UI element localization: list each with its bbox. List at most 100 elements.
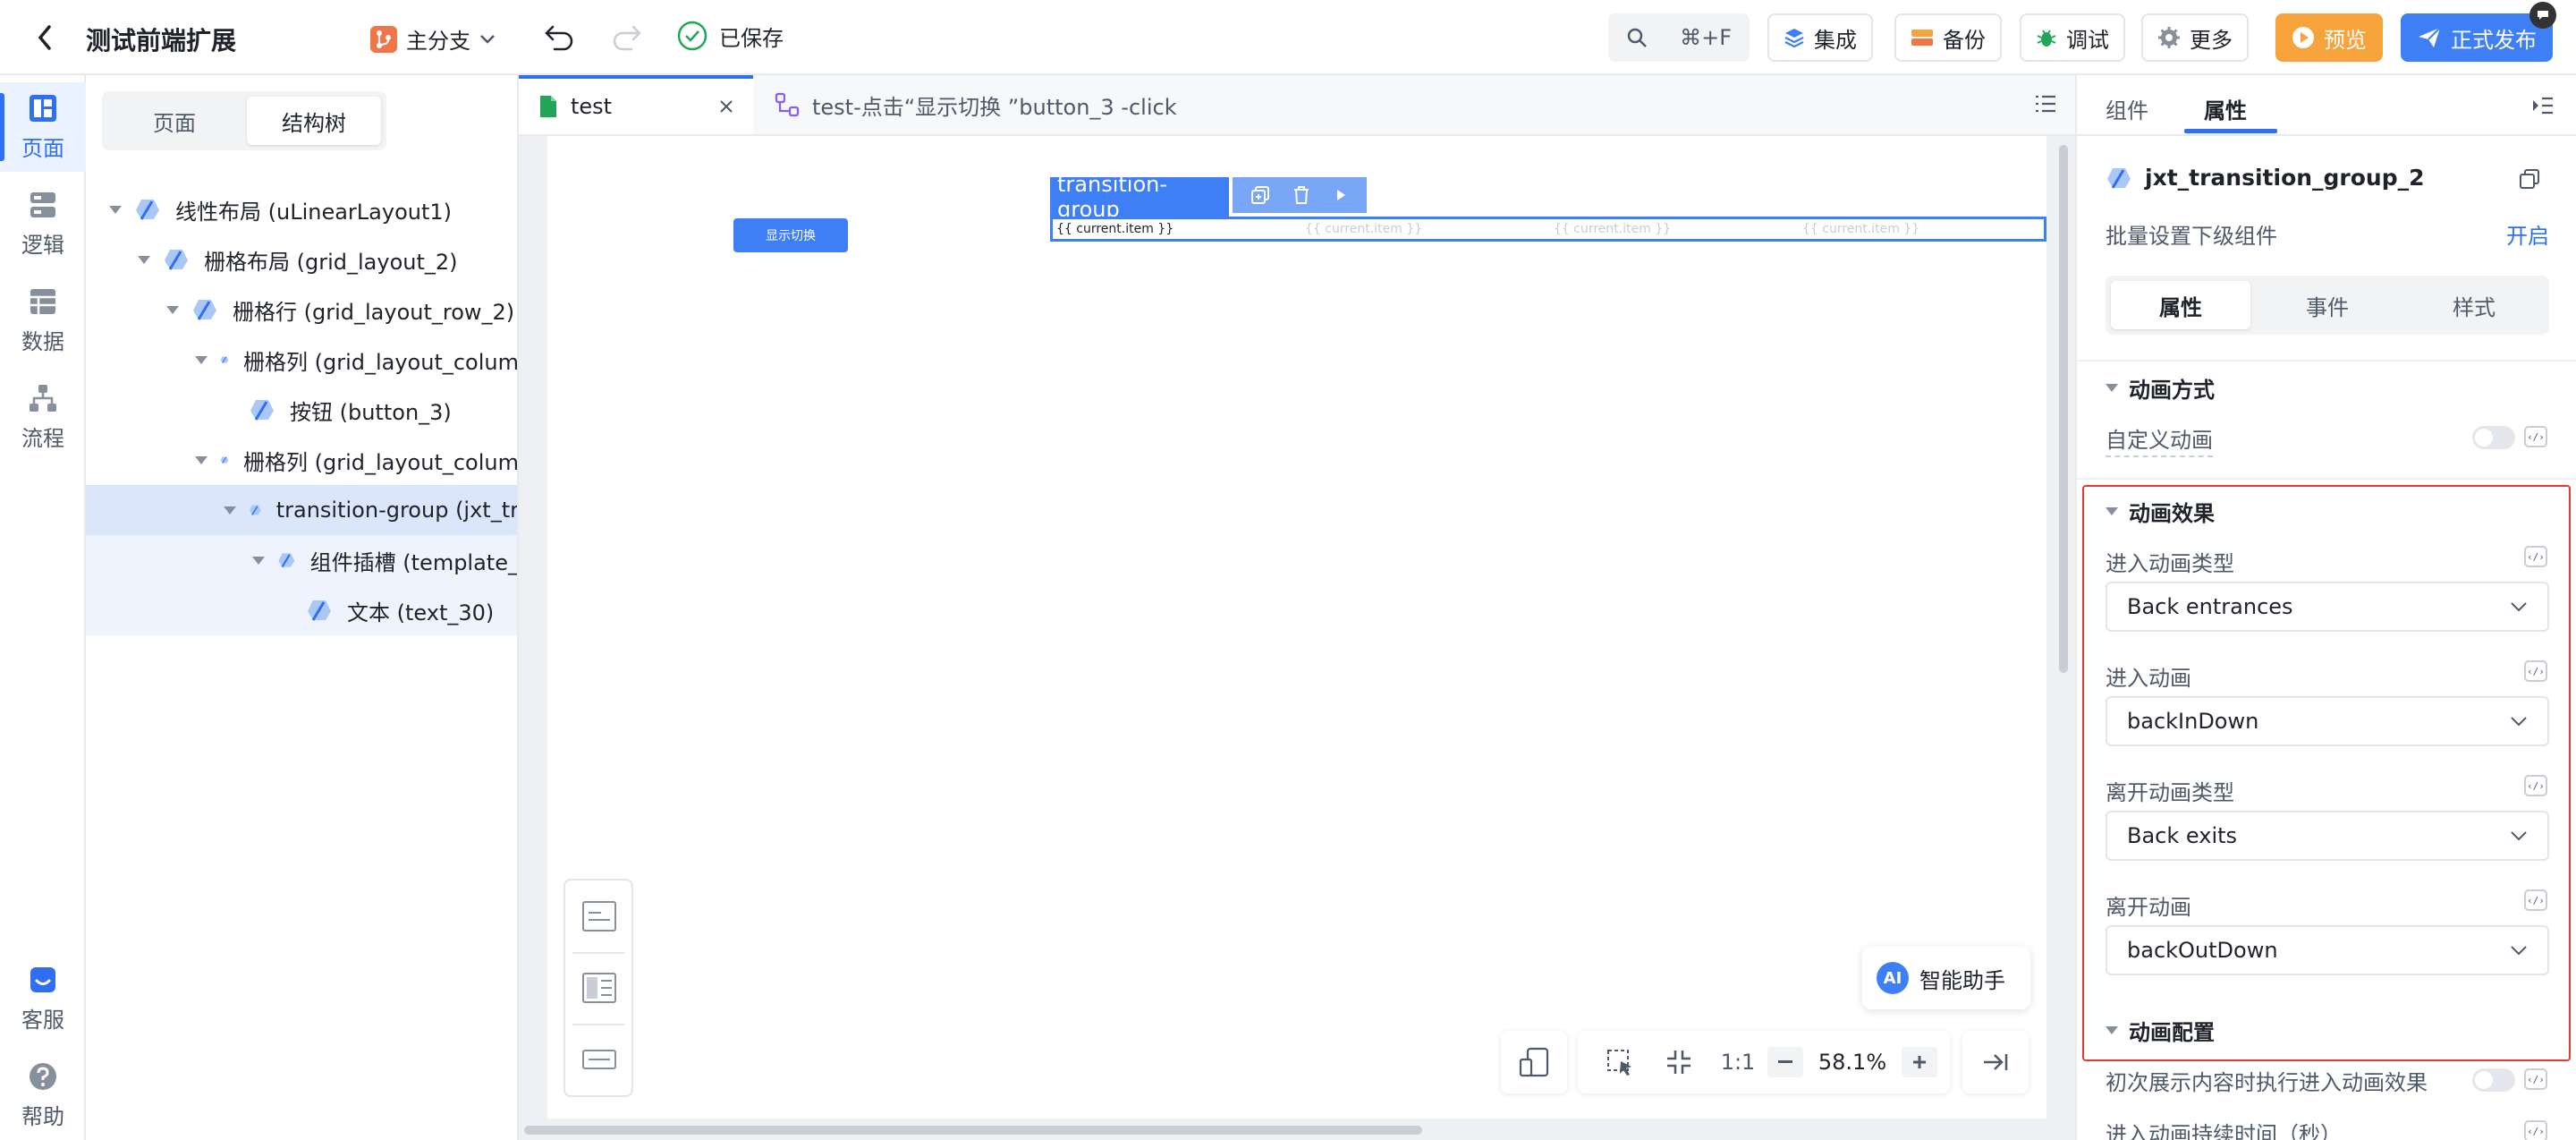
caret-down-icon[interactable] (138, 255, 150, 264)
code-toggle-icon[interactable]: ‹/› (2524, 660, 2547, 682)
collapse-panel-button[interactable] (1962, 1031, 2029, 1093)
preview-label: 预览 (2324, 27, 2367, 53)
enter-anim-type-label: 进入动画类型 (2106, 551, 2234, 576)
batch-enable-link[interactable]: 开启 (2506, 218, 2549, 250)
select-tool-icon[interactable] (1590, 1047, 1649, 1077)
search-button[interactable]: ⌘+F (1608, 13, 1750, 62)
subtab-properties[interactable]: 属性 (2111, 281, 2250, 329)
enter-anim-type-select[interactable]: Back entrances (2106, 582, 2549, 632)
caret-down-icon[interactable] (166, 305, 179, 314)
send-icon (2417, 26, 2442, 49)
backup-button[interactable]: 备份 (1894, 13, 2002, 62)
tree-node-selected[interactable]: transition-group (jxt_tr (86, 485, 517, 535)
vertical-scrollbar[interactable] (2059, 145, 2068, 673)
tree-node[interactable]: 栅格行 (grid_layout_row_2) (86, 285, 517, 335)
tree-node[interactable]: 线性布局 (uLinearLayout1) (86, 184, 517, 234)
code-toggle-icon[interactable]: ‹/› (2524, 1068, 2547, 1090)
tree-node[interactable]: 组件插槽 (template_ (86, 535, 519, 585)
nav-item-help[interactable]: 帮助 (0, 1051, 86, 1140)
subtab-styles[interactable]: 样式 (2404, 281, 2544, 329)
tab-pages[interactable]: 页面 (107, 97, 242, 145)
integrate-button[interactable]: 集成 (1767, 13, 1873, 62)
chat-bubble-icon[interactable] (2529, 2, 2556, 29)
code-toggle-icon[interactable]: ‹/› (2524, 426, 2547, 447)
canvas-toggle-button[interactable]: 显示切换 (733, 218, 848, 252)
ai-assistant-button[interactable]: AI 智能助手 (1862, 947, 2030, 1009)
more-button[interactable]: 更多 (2141, 13, 2249, 62)
caret-down-icon[interactable] (252, 556, 265, 565)
tree-node[interactable]: 栅格列 (grid_layout_colum (86, 335, 517, 385)
tree-node[interactable]: 栅格布局 (grid_layout_2) (86, 234, 517, 285)
zoom-controls: 1:1 58.1% (1578, 1031, 1950, 1093)
horizontal-scrollbar[interactable] (524, 1126, 1422, 1135)
zoom-ratio-button[interactable]: 1:1 (1708, 1050, 1767, 1075)
code-toggle-icon[interactable]: ‹/› (2524, 1120, 2547, 1140)
tab-structure-tree[interactable]: 结构树 (247, 97, 381, 145)
nav-item-page[interactable]: 页面 (0, 82, 86, 172)
caret-down-icon[interactable] (109, 205, 122, 214)
tree-node[interactable]: 文本 (text_30) (86, 585, 517, 635)
undo-icon[interactable] (544, 21, 576, 52)
tree-node[interactable]: 栅格列 (grid_layout_colum (86, 435, 517, 485)
tab-components[interactable]: 组件 (2106, 93, 2148, 124)
component-icon (250, 400, 274, 421)
play-icon[interactable] (1333, 187, 1349, 203)
zoom-out-button[interactable] (1767, 1047, 1803, 1077)
select-value: backOutDown (2127, 938, 2278, 963)
tab-properties[interactable]: 属性 (2204, 93, 2247, 124)
leave-anim-type-select[interactable]: Back exits (2106, 811, 2549, 861)
copy-icon[interactable] (1250, 185, 1270, 205)
code-toggle-icon[interactable]: ‹/› (2524, 775, 2547, 796)
tree-node[interactable]: 按钮 (button_3) (86, 385, 517, 435)
selection-toolbar (1233, 177, 1367, 213)
save-status: 已保存 (676, 20, 784, 52)
nav-item-logic[interactable]: 逻辑 (0, 179, 86, 268)
code-toggle-icon[interactable]: ‹/› (2524, 546, 2547, 567)
transition-group-frame[interactable]: {{ current.item }} {{ current.item }} {{… (1050, 217, 2046, 242)
close-icon[interactable] (719, 99, 733, 114)
section-anim-config[interactable]: 动画配置 (2106, 1015, 2215, 1046)
form-icon[interactable] (581, 900, 617, 932)
caret-down-icon[interactable] (195, 355, 208, 364)
delete-icon[interactable] (1292, 185, 1311, 205)
nav-item-support[interactable]: 客服 (0, 954, 86, 1043)
component-icon (220, 456, 229, 464)
copy-icon[interactable] (2519, 168, 2540, 190)
device-switch-button[interactable] (1501, 1031, 1567, 1093)
component-icon (165, 250, 188, 270)
section-anim-effect[interactable]: 动画效果 (2106, 496, 2215, 527)
enter-anim-select[interactable]: backInDown (2106, 696, 2549, 746)
list-icon[interactable] (2034, 93, 2057, 115)
editor-tab-logic[interactable]: test-点击“显示切换 ”button_3 -click (755, 75, 1197, 134)
ai-assistant-label: 智能助手 (1919, 967, 2005, 993)
editor-tab-test[interactable]: test (519, 75, 753, 134)
play-icon (2292, 26, 2315, 49)
collapse-panel-icon[interactable] (2531, 95, 2555, 116)
tree-node-label: 组件插槽 (template_ (309, 549, 519, 575)
input-box-icon[interactable] (581, 1043, 617, 1076)
nav-item-flow[interactable]: 流程 (0, 372, 86, 462)
initial-anim-toggle[interactable] (2472, 1068, 2515, 1092)
search-icon (1626, 27, 1648, 48)
caret-down-icon[interactable] (195, 455, 208, 464)
caret-down-icon[interactable] (224, 506, 236, 515)
panel-icon[interactable] (581, 972, 617, 1004)
item-text: {{ current.item }} (1554, 222, 1672, 236)
branch-selector[interactable]: 主分支 (370, 23, 496, 55)
shrink-icon[interactable] (1649, 1049, 1708, 1076)
zoom-in-button[interactable] (1902, 1047, 1937, 1077)
leave-anim-select[interactable]: backOutDown (2106, 925, 2549, 975)
logic-flow-icon (775, 92, 800, 117)
divider (2077, 478, 2576, 480)
section-anim-mode[interactable]: 动画方式 (2106, 372, 2215, 404)
more-label: 更多 (2190, 27, 2233, 53)
subtab-events[interactable]: 事件 (2258, 281, 2397, 329)
redo-icon[interactable] (610, 21, 642, 52)
nav-item-data[interactable]: 数据 (0, 276, 86, 365)
debug-button[interactable]: 调试 (2020, 13, 2125, 62)
code-toggle-icon[interactable]: ‹/› (2524, 889, 2547, 911)
custom-anim-toggle[interactable] (2472, 426, 2515, 449)
artboard[interactable]: 显示切换 transition-group {{ current.item }}… (547, 136, 2046, 1119)
back-arrow-icon[interactable] (36, 23, 54, 52)
preview-button[interactable]: 预览 (2275, 13, 2383, 62)
